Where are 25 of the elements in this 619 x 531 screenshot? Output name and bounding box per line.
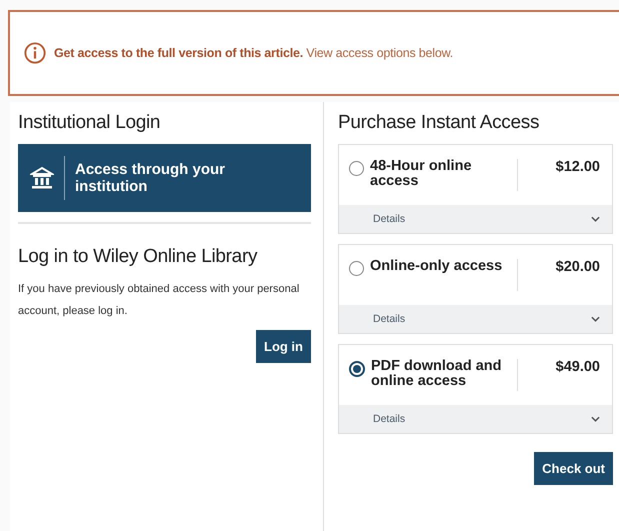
login-instructions: If you have previously obtained access with your personal account, please log in. [18,282,300,319]
section-heading: Log in to Wiley Online Library [18,246,258,268]
institution-access-button[interactable]: Access through your institution [18,144,311,212]
chevron-down-icon[interactable] [591,416,600,422]
section-heading: Purchase Instant Access [338,112,540,134]
option-label: 48-Hour online access [370,159,473,189]
chevron-down-icon[interactable] [591,316,600,322]
info-icon [24,42,46,64]
login-button[interactable]: Log in [256,330,311,363]
access-message: Get access to the full version of this article. View access options below. [54,46,454,60]
option-price: $12.00 [554,159,600,175]
option-label: Online-only access [370,259,504,274]
details-link[interactable]: Details [373,413,406,425]
checkout-button[interactable]: Check out [534,452,613,485]
option-label: PDF download and online access [371,359,502,389]
chevron-down-icon[interactable] [591,216,600,222]
radio-button[interactable] [349,361,365,377]
building-icon [30,166,54,190]
radio-button[interactable] [349,261,364,276]
details-link[interactable]: Details [373,213,406,225]
option-price: $20.00 [554,259,600,275]
section-heading: Institutional Login [18,112,162,134]
option-price: $49.00 [554,359,600,375]
details-link[interactable]: Details [373,313,406,325]
radio-button[interactable] [349,161,364,176]
